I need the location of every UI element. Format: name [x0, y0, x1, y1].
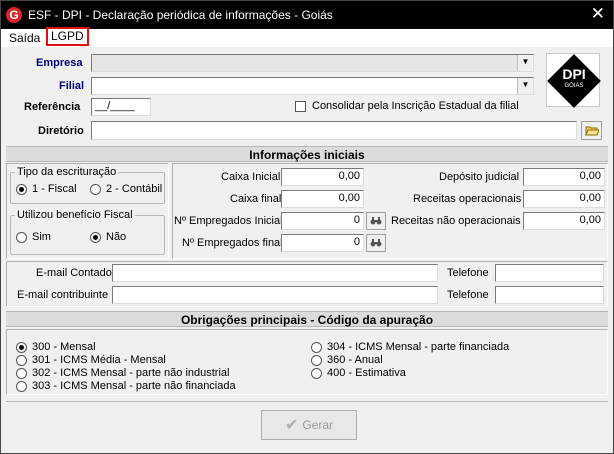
- telefone-contador-input[interactable]: [495, 264, 604, 282]
- deposito-judicial-input[interactable]: 0,00: [523, 168, 605, 186]
- title-bar: G ESF - DPI - Declaração periódica de in…: [1, 1, 613, 29]
- radio-302-parte-nao-industrial[interactable]: 302 - ICMS Mensal - parte não industrial: [16, 367, 229, 379]
- radio-sim[interactable]: Sim: [16, 231, 51, 243]
- consolidar-label: Consolidar pela Inscrição Estadual da fi…: [312, 100, 519, 112]
- chevron-down-icon[interactable]: ▼: [517, 55, 533, 71]
- radio-300-mensal[interactable]: 300 - Mensal: [16, 341, 96, 353]
- radio-nao[interactable]: Não: [90, 231, 126, 243]
- window-title: ESF - DPI - Declaração periódica de info…: [28, 8, 333, 22]
- binoculars-icon[interactable]: [366, 212, 386, 230]
- main-window: G ESF - DPI - Declaração periódica de in…: [0, 0, 614, 454]
- receitas-nao-operacionais-input[interactable]: 0,00: [523, 212, 605, 230]
- empregados-inicial-input[interactable]: 0: [281, 212, 364, 230]
- caixa-final-input[interactable]: 0,00: [281, 190, 364, 208]
- radio-360-anual[interactable]: 360 - Anual: [311, 354, 383, 366]
- radio-301-icms-media[interactable]: 301 - ICMS Média - Mensal: [16, 354, 166, 366]
- email-contador-label: E-mail Contador: [36, 267, 116, 279]
- gerar-button[interactable]: ✔ Gerar: [261, 410, 357, 440]
- menu-bar: Saída LGPD: [1, 27, 613, 47]
- empresa-label: Empresa: [36, 57, 83, 69]
- telefone-label: Telefone: [447, 289, 489, 301]
- consolidar-checkbox[interactable]: Consolidar pela Inscrição Estadual da fi…: [295, 100, 519, 112]
- radio-304-parte-financiada[interactable]: 304 - ICMS Mensal - parte financiada: [311, 341, 509, 353]
- caixa-inicial-input[interactable]: 0,00: [281, 168, 364, 186]
- radio-400-estimativa[interactable]: 400 - Estimativa: [311, 367, 406, 379]
- app-logo-icon: G: [6, 7, 22, 23]
- empregados-final-label: Nº Empregados final: [182, 237, 283, 249]
- referencia-input[interactable]: __/____: [91, 98, 151, 116]
- menu-item-saida[interactable]: Saída: [9, 31, 40, 45]
- diretorio-input[interactable]: [91, 121, 577, 140]
- empresa-select[interactable]: ▼: [91, 54, 534, 72]
- radio-contabil[interactable]: 2 - Contábil: [90, 183, 162, 195]
- filial-select[interactable]: ▼: [91, 77, 534, 95]
- checkbox-box[interactable]: [295, 100, 306, 112]
- radio-fiscal[interactable]: 1 - Fiscal: [16, 183, 77, 195]
- caixa-final-label: Caixa final: [230, 193, 282, 205]
- chevron-down-icon[interactable]: ▼: [517, 78, 533, 94]
- diretorio-label: Diretório: [38, 125, 84, 137]
- receitas-operacionais-label: Receitas operacionais: [413, 193, 522, 205]
- referencia-label: Referência: [24, 101, 81, 113]
- radio-303-parte-nao-financiada[interactable]: 303 - ICMS Mensal - parte não financiada: [16, 380, 236, 392]
- email-contribuinte-label: E-mail contribuinte: [17, 289, 109, 301]
- checkmark-icon: ✔: [284, 417, 299, 434]
- folder-open-icon[interactable]: [581, 121, 602, 140]
- form-content: Empresa ▼ Filial ▼ Referência __/____ Co…: [5, 49, 609, 449]
- deposito-judicial-label: Depósito judicial: [439, 171, 520, 183]
- obrigacoes-title: Obrigações principais - Código da apuraç…: [6, 311, 608, 327]
- informacoes-iniciais-title: Informações iniciais: [6, 146, 608, 162]
- caixa-inicial-label: Caixa Inicial: [221, 171, 281, 183]
- empregados-inicial-label: Nº Empregados Inicial: [174, 215, 283, 227]
- dpi-goias-logo: DPI GOIAS: [546, 53, 601, 108]
- email-contador-input[interactable]: [112, 264, 438, 282]
- receitas-nao-operacionais-label: Receitas não operacionais: [391, 215, 521, 227]
- footer-divider: [6, 401, 608, 402]
- menu-item-lgpd[interactable]: LGPD: [46, 27, 89, 46]
- empregados-final-input[interactable]: 0: [281, 234, 364, 252]
- telefone-contribuinte-input[interactable]: [495, 286, 604, 304]
- tipo-escrituracao-title: Tipo da escrituração: [15, 166, 119, 178]
- beneficio-fiscal-title: Utilizou benefício Fiscal: [15, 209, 135, 221]
- binoculars-icon[interactable]: [366, 234, 386, 252]
- email-contribuinte-input[interactable]: [112, 286, 438, 304]
- telefone-label: Telefone: [447, 267, 489, 279]
- close-icon[interactable]: ✕: [591, 4, 605, 24]
- receitas-operacionais-input[interactable]: 0,00: [523, 190, 605, 208]
- gerar-label: Gerar: [302, 418, 334, 432]
- filial-label: Filial: [59, 80, 85, 92]
